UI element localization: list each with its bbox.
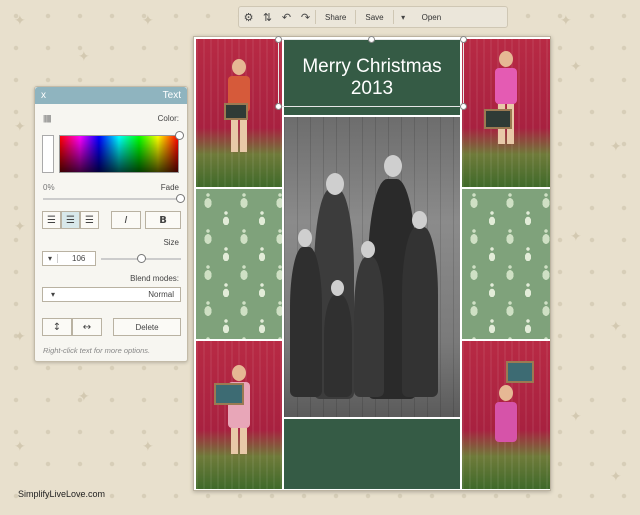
text-selection-box[interactable] (275, 36, 467, 110)
undo-icon[interactable]: ↶ (277, 7, 296, 27)
share-button[interactable]: Share (316, 7, 355, 27)
bold-button[interactable]: B (145, 211, 181, 229)
open-button[interactable]: Open (413, 7, 451, 27)
sort-layers-icon[interactable]: ⇅ (258, 7, 277, 27)
resize-handle[interactable] (460, 36, 467, 43)
size-dropdown[interactable]: ▾ 106 (42, 251, 96, 266)
face (298, 229, 312, 247)
chevron-down-icon: ▾ (43, 254, 59, 263)
resize-handle[interactable] (460, 103, 467, 110)
figure-child (402, 227, 438, 397)
family-photo[interactable] (284, 117, 460, 417)
flip-horizontal-icon[interactable]: ↔ (72, 318, 102, 336)
photo-boy-with-sign[interactable] (196, 39, 282, 187)
chalkboard-sign (224, 103, 248, 120)
chevron-down-icon[interactable]: ▾ (394, 7, 413, 27)
panel-hint: Right-click text for more options. (43, 346, 151, 355)
redo-icon[interactable]: ↷ (296, 7, 315, 27)
chalkboard-sign (506, 361, 534, 383)
child-figure (495, 385, 517, 442)
ornament-pattern-tile[interactable] (196, 189, 282, 339)
color-picker-knob[interactable] (175, 131, 184, 140)
chalkboard-sign (484, 109, 512, 129)
figure-child (290, 247, 322, 397)
child-figure (228, 365, 250, 454)
face (326, 173, 344, 195)
watermark: SimplifyLiveLove.com (18, 489, 106, 499)
rotate-handle[interactable] (368, 36, 375, 43)
figure-child (354, 257, 384, 397)
photo-girl-with-sign[interactable] (196, 341, 282, 489)
size-label: Size (163, 238, 179, 247)
resize-handle[interactable] (275, 36, 282, 43)
face (331, 280, 344, 296)
photo-girl-with-sign-overhead[interactable] (462, 341, 550, 489)
blend-modes-label: Blend modes: (130, 274, 179, 283)
align-left-icon[interactable]: ☰ (80, 211, 99, 229)
color-label: Color: (157, 114, 179, 123)
flip-vertical-icon[interactable]: ↕ (42, 318, 72, 336)
delete-button[interactable]: Delete (113, 318, 181, 336)
fade-value: 0% (43, 183, 55, 192)
face (361, 241, 375, 258)
flip-group: ↕ ↔ (42, 318, 102, 336)
fade-slider-knob[interactable] (176, 194, 185, 203)
chevron-down-icon: ▾ (51, 290, 56, 299)
align-right-icon[interactable]: ☰ (42, 211, 61, 229)
close-icon[interactable]: x (41, 90, 46, 101)
figure-child (324, 295, 352, 397)
green-footer-block[interactable] (284, 419, 460, 489)
current-color-swatch[interactable] (42, 135, 54, 173)
top-toolbar: ⚙ ⇅ ↶ ↷ Share Save ▾ Open (238, 6, 508, 28)
size-slider-knob[interactable] (137, 254, 146, 263)
blend-mode-value: Normal (148, 290, 174, 299)
chalkboard-sign (214, 383, 244, 405)
blend-mode-dropdown[interactable]: ▾ Normal (42, 287, 181, 302)
eyedropper-icon[interactable]: ||||||| (43, 114, 51, 123)
child-figure (495, 51, 517, 144)
ornament-pattern-tile[interactable] (462, 189, 550, 339)
resize-handle[interactable] (275, 103, 282, 110)
text-panel: x Text ||||||| Color: Fade 0% ☰ ☰ ☰ I B … (34, 86, 188, 362)
align-center-icon[interactable]: ☰ (61, 211, 80, 229)
text-panel-header: x Text (35, 87, 187, 104)
color-spectrum-picker[interactable] (59, 135, 179, 173)
save-button[interactable]: Save (356, 7, 392, 27)
align-group: ☰ ☰ ☰ (42, 211, 99, 229)
face (384, 155, 402, 177)
gear-icon[interactable]: ⚙ (239, 7, 258, 27)
face (412, 211, 427, 229)
italic-button[interactable]: I (111, 211, 141, 229)
fade-slider-track[interactable] (43, 198, 181, 200)
photo-girl-pink[interactable] (462, 39, 550, 187)
size-value: 106 (72, 254, 86, 263)
fade-label: Fade (160, 183, 179, 192)
panel-title: Text (162, 90, 181, 101)
